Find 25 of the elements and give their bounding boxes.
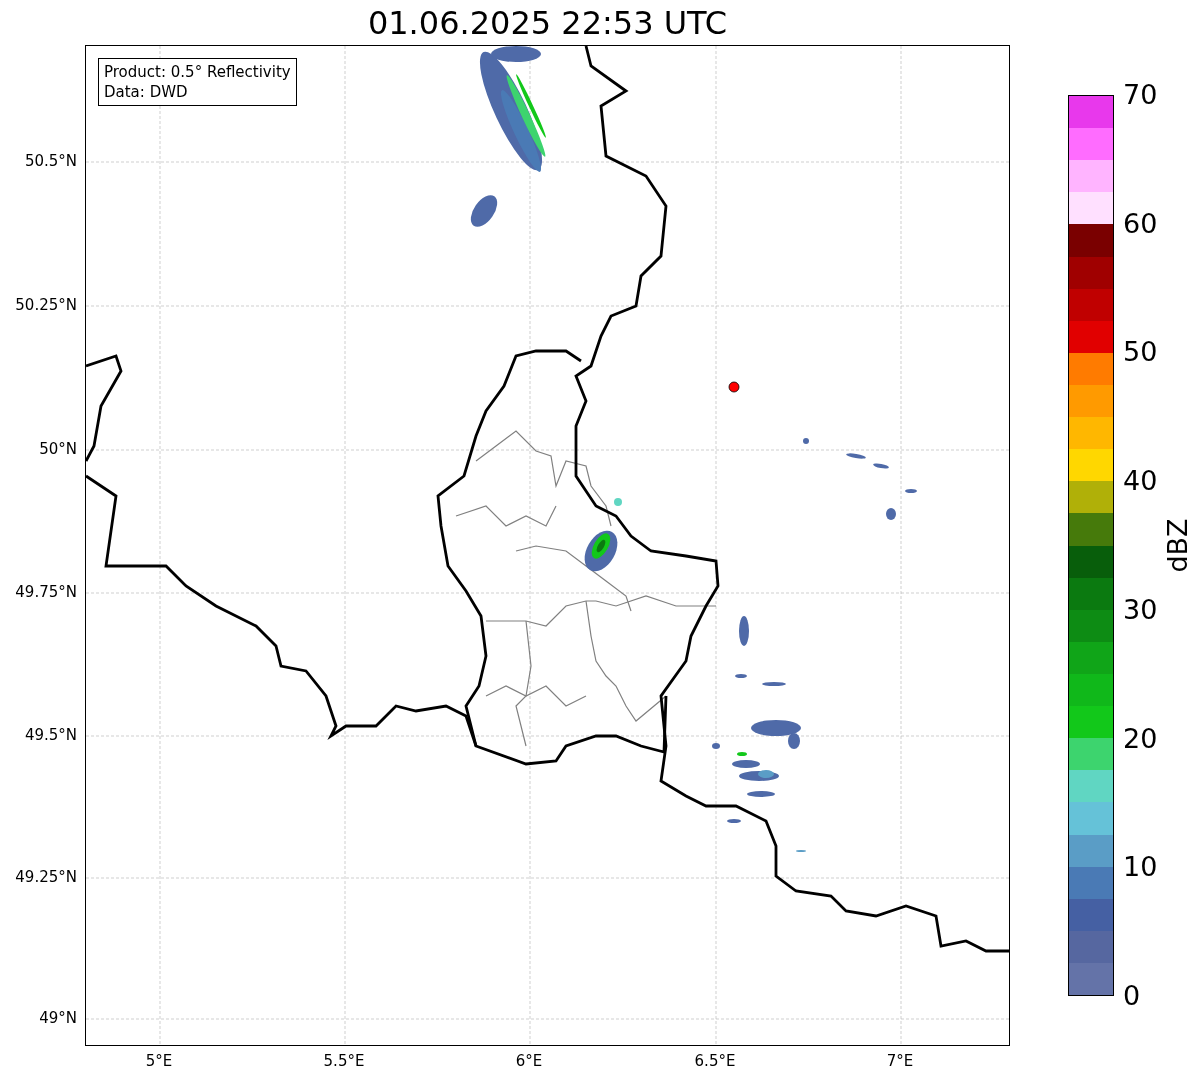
colorbar-tick-label: 50 [1123, 337, 1158, 368]
colorbar-tick-label: 30 [1123, 594, 1158, 625]
longitude-label: 6°E [515, 1052, 543, 1070]
colorbar-tick-label: 0 [1123, 981, 1141, 1011]
latitude-label: 50.5°N [24, 152, 77, 170]
latitude-label: 49.75°N [15, 583, 77, 601]
colorbar-tick-label: 10 [1123, 852, 1158, 883]
latitude-label: 50°N [39, 440, 77, 458]
colorbar-tick-label: 40 [1123, 466, 1158, 497]
radar-site-marker [728, 381, 740, 393]
longitude-label: 5.5°E [323, 1052, 365, 1070]
colorbar-tick-label: 70 [1123, 80, 1158, 110]
longitude-label: 7°E [886, 1052, 914, 1070]
longitude-label: 6.5°E [694, 1052, 736, 1070]
colorbar-tick-label: 20 [1123, 723, 1158, 754]
latitude-label: 49.25°N [15, 868, 77, 886]
legend-text: Product: 0.5° Reflectivity [104, 62, 291, 82]
colorbar-label: dBZ [1161, 518, 1193, 573]
colorbar-tick-label: 60 [1123, 208, 1158, 239]
latitude-label: 49°N [39, 1009, 77, 1027]
legend-text: Data: DWD [104, 82, 189, 102]
chart-title: 01.06.2025 22:53 UTC [367, 3, 728, 44]
latitude-label: 50.25°N [15, 296, 77, 314]
longitude-label: 5°E [145, 1052, 173, 1070]
latitude-label: 49.5°N [24, 726, 77, 744]
